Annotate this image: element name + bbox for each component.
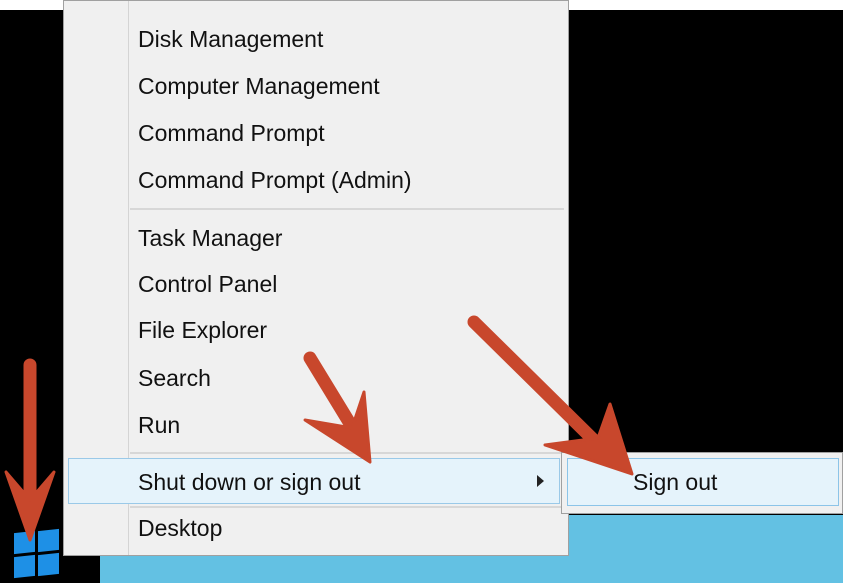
menu-item-shut-down-or-sign-out[interactable]: Shut down or sign out bbox=[138, 460, 360, 504]
menu-item-run[interactable]: Run bbox=[138, 403, 180, 447]
menu-item-file-explorer[interactable]: File Explorer bbox=[138, 308, 267, 352]
menu-item-disk-management[interactable]: Disk Management bbox=[138, 17, 323, 61]
menu-item-search[interactable]: Search bbox=[138, 356, 211, 400]
menu-item-command-prompt-admin[interactable]: Command Prompt (Admin) bbox=[138, 158, 412, 202]
menu-item-desktop[interactable]: Desktop bbox=[138, 506, 222, 550]
menu-item-command-prompt[interactable]: Command Prompt bbox=[138, 111, 325, 155]
shut-down-submenu: Sign out bbox=[561, 452, 843, 514]
menu-item-computer-management[interactable]: Computer Management bbox=[138, 64, 380, 108]
submenu-chevron-right-icon bbox=[537, 475, 544, 487]
menu-separator bbox=[130, 208, 564, 210]
menu-item-control-panel[interactable]: Control Panel bbox=[138, 262, 277, 306]
windows-logo-icon[interactable] bbox=[14, 528, 60, 579]
menu-item-task-manager[interactable]: Task Manager bbox=[138, 216, 282, 260]
menu-separator bbox=[130, 452, 564, 454]
power-user-context-menu: Disk Management Computer Management Comm… bbox=[63, 0, 569, 556]
submenu-item-sign-out[interactable]: Sign out bbox=[633, 459, 717, 505]
